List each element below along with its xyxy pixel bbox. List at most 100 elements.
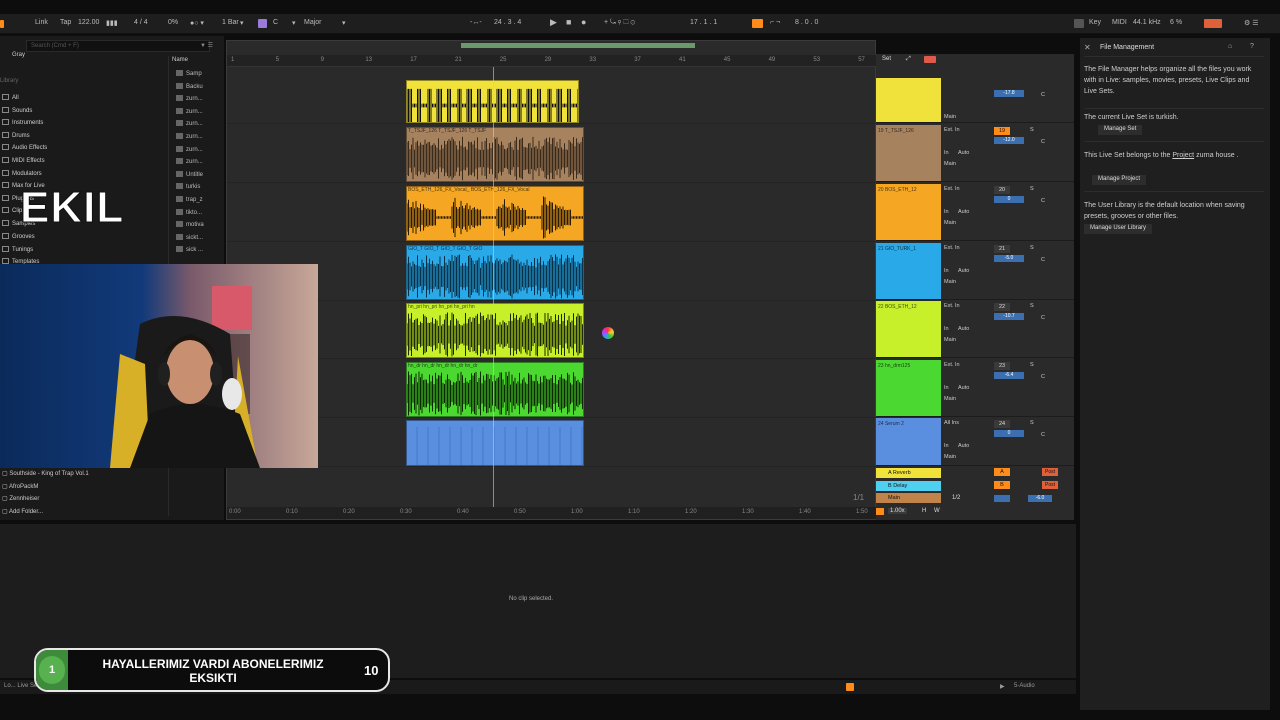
file-item[interactable]: zurn... [176,120,203,127]
track-lane[interactable]: hn_dr hn_dr hn_dr hn_dr hn_dr [227,361,877,418]
record-button[interactable]: ● [581,17,586,27]
quantize-dropdown[interactable]: 1 Bar [222,19,239,26]
solo-button[interactable]: S [1030,362,1034,368]
browser-category-5[interactable]: MIDI Effects [2,157,45,164]
name-column-header[interactable]: Name [172,57,188,63]
monitor-auto-label[interactable]: Auto [958,443,969,449]
scale-dropdown[interactable]: Major [304,19,322,26]
filter-icon[interactable]: ▼ ☰ [200,42,213,49]
monitor-auto-label[interactable]: Auto [958,209,969,215]
place-item[interactable]: ▢ Southside - King of Trap Vol.1 [2,470,89,477]
metronome-icon[interactable]: ▮▮▮ [106,19,118,27]
browser-category-3[interactable]: Drums [2,132,30,139]
key-dropdown[interactable]: C [273,19,278,26]
input-type-dropdown[interactable]: All Ins [944,420,959,426]
monitor-in-label[interactable]: In [944,385,949,391]
place-item[interactable]: ▢ Add Folder... [2,508,43,515]
solo-button[interactable]: S [1030,127,1034,133]
follow-icon[interactable]: -↔- [470,19,482,26]
zoom-level[interactable]: 1.00x [888,508,907,514]
loop-brace[interactable] [461,43,695,48]
track-volume[interactable]: -5.0 [994,255,1024,262]
monitor-in-label[interactable]: In [944,443,949,449]
browser-category-4[interactable]: Audio Effects [2,144,47,151]
manage-user-library-button[interactable]: Manage User Library [1084,224,1153,234]
browser-category-6[interactable]: Modulators [2,170,42,177]
help-icon[interactable]: ? [1250,43,1254,50]
expand-icon[interactable]: ⤢ [906,56,911,63]
monitor-in-label[interactable]: In [944,150,949,156]
overdub-icon[interactable]: + ⤿ ⚲ ⬚ ⊙ [604,19,635,27]
monitor-auto-label[interactable]: Auto [958,326,969,332]
return-send-button[interactable]: A [994,468,1010,476]
midi-map-button[interactable]: MIDI [1112,19,1127,26]
key-map-button[interactable]: Key [1089,19,1101,26]
browser-category-2[interactable]: Instruments [2,119,43,126]
crossfade-button[interactable]: C [1041,374,1045,380]
file-item[interactable]: sick ... [176,246,203,253]
zoom-icon[interactable] [876,508,884,515]
post-button[interactable]: Post [1042,468,1058,476]
file-item[interactable]: turkis [176,183,200,190]
tap-button[interactable]: Tap [60,19,71,26]
loop-start-field[interactable]: 17 . 1 . 1 [690,19,717,26]
output-dropdown[interactable]: Main [944,396,956,402]
track-header[interactable]: 24 Serum 2 All Ins In Auto Main 24 S 0 C [876,418,1074,466]
crossfade-button[interactable]: C [1041,432,1045,438]
track-lane[interactable]: T_TSJF_126 T_TSJF_126 T_TSJF [227,126,877,183]
file-item[interactable]: tikto... [176,208,202,216]
post-button[interactable]: Post [1042,480,1058,489]
arrangement-position[interactable]: 24 . 3 . 4 [494,19,521,26]
play-button[interactable]: ▶ [550,17,557,28]
set-button[interactable]: Set [882,56,891,62]
crossfade-button[interactable]: C [1041,92,1045,98]
return-track[interactable]: A Reverb [876,468,941,478]
track-lane[interactable]: BOS_ETH_126_FX_Vocal_ BOS_ETH_126_FX_Voc… [227,185,877,242]
track-number[interactable]: 20 [994,186,1010,194]
monitor-auto-label[interactable]: Auto [958,385,969,391]
browser-category-12[interactable]: Tunings [2,246,33,253]
input-type-dropdown[interactable]: Ext. In [944,186,960,192]
color-tag-label[interactable]: Gray [12,52,25,58]
record-mode-icon[interactable]: ●○ ▾ [190,19,204,27]
file-item[interactable]: zurn... [176,158,203,165]
time-ruler[interactable]: 0:00 0:10 0:20 0:30 0:40 0:50 1:00 1:10 1:20 1:30… [227,507,877,519]
track-color-strip[interactable] [876,78,941,122]
track-volume[interactable]: -10.7 [994,313,1024,320]
file-item[interactable]: zurn... [176,145,203,153]
main-volume-slider[interactable] [994,495,1010,502]
solo-button[interactable]: S [1030,420,1034,426]
stop-button[interactable]: ■ [566,17,571,27]
track-header[interactable]: Main -17.8 C [876,78,1074,123]
crossfade-button[interactable]: C [1041,198,1045,204]
browser-category-1[interactable]: Sounds [2,107,32,114]
track-volume[interactable]: 0 [994,196,1024,203]
arrangement-view[interactable]: 1 5 9 13 17 21 25 29 33 37 41 45 49 53 57 T_TSJF_126 T… [226,40,877,520]
browser-category-0[interactable]: All [2,94,19,101]
file-item[interactable]: Backu [176,82,203,90]
manage-set-button[interactable]: Manage Set [1098,125,1143,135]
monitor-auto-label[interactable]: Auto [958,268,969,274]
input-type-dropdown[interactable]: Ext. In [944,303,960,309]
return-track[interactable]: B Delay [876,480,941,491]
solo-button[interactable]: S [1030,186,1034,192]
track-header[interactable]: 22 BOS_ETH_12 Ext. In In Auto Main 22 S -10.7 C [876,301,1074,358]
close-icon[interactable]: ✕ [1084,43,1091,52]
file-item[interactable]: Untitle [176,170,203,178]
track-header[interactable]: 19 T_TSJF_126 Ext. In In Auto Main 19 S -12.0 C [876,125,1074,182]
track-volume[interactable]: -12.0 [994,137,1024,144]
crossfade-button[interactable]: C [1041,315,1045,321]
warning-icon[interactable] [846,683,854,691]
track-number[interactable]: 22 [994,303,1010,311]
track-header[interactable]: 20 BOS_ETH_12 Ext. In In Auto Main 20 S 0 C [876,184,1074,241]
track-volume[interactable]: 0 [994,430,1024,437]
file-item[interactable]: trap_z [176,196,203,203]
audio-clip[interactable]: T_TSJF_126 T_TSJF_126 T_TSJF [406,127,584,182]
output-dropdown[interactable]: Main [944,279,956,285]
loop-length-field[interactable]: 8 . 0 . 0 [795,19,818,26]
manage-project-button[interactable]: Manage Project [1092,175,1147,185]
track-number[interactable]: 23 [994,362,1010,370]
input-type-dropdown[interactable]: Ext. In [944,362,960,368]
file-item[interactable]: zurn... [176,107,203,115]
h-button[interactable]: H [922,508,926,514]
